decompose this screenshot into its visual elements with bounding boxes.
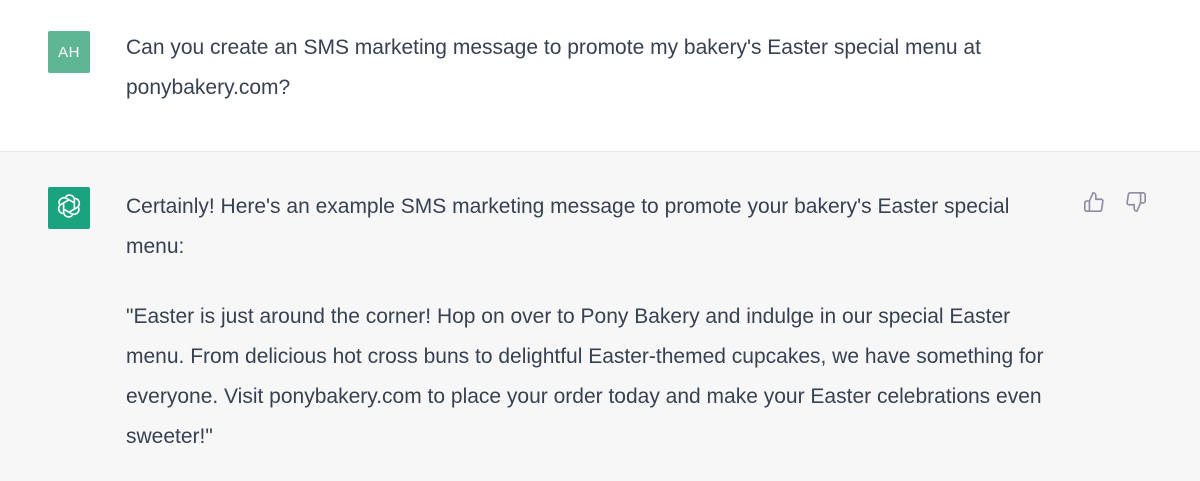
thumbs-up-icon <box>1083 191 1105 218</box>
openai-logo-icon <box>55 192 83 225</box>
chat-conversation: AH Can you create an SMS marketing messa… <box>0 0 1200 481</box>
user-message-row: AH Can you create an SMS marketing messa… <box>0 0 1200 152</box>
feedback-buttons <box>1081 191 1149 217</box>
user-message-text: Can you create an SMS marketing message … <box>126 36 981 99</box>
thumbs-down-button[interactable] <box>1123 191 1149 217</box>
assistant-paragraph-sms: "Easter is just around the corner! Hop o… <box>126 305 1044 448</box>
assistant-message-row: Certainly! Here's an example SMS marketi… <box>0 152 1200 481</box>
assistant-avatar <box>48 187 90 229</box>
thumbs-up-button[interactable] <box>1081 191 1107 217</box>
user-avatar: AH <box>48 31 90 73</box>
assistant-paragraph-intro: Certainly! Here's an example SMS marketi… <box>126 195 1010 258</box>
thumbs-down-icon <box>1125 191 1147 218</box>
